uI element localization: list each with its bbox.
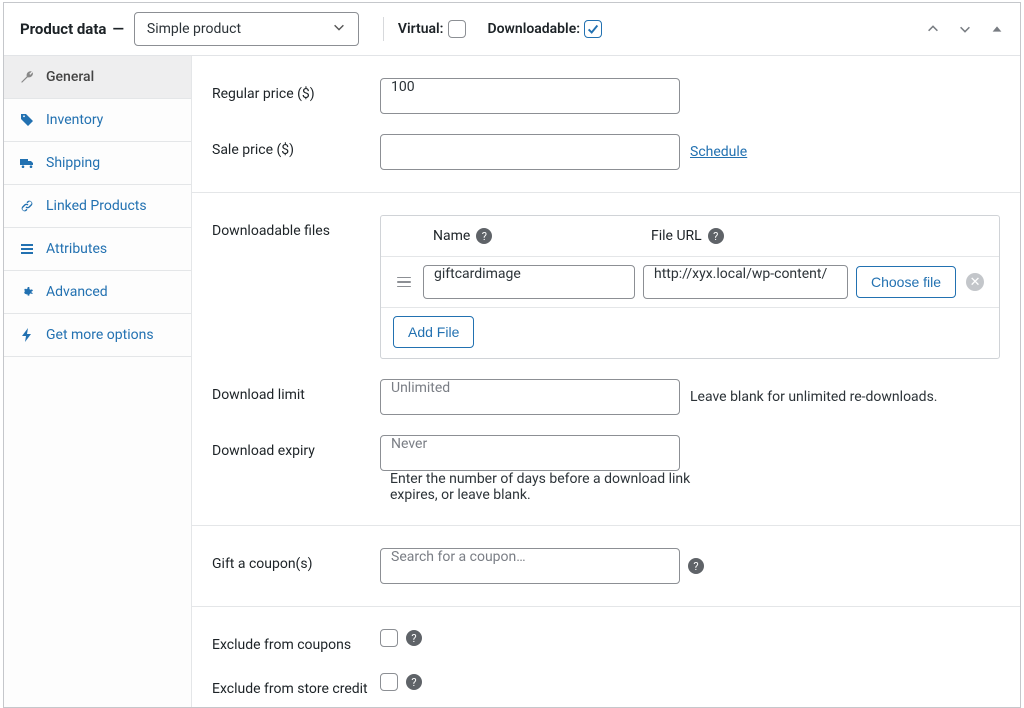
title-dash: — bbox=[112, 20, 123, 38]
file-name-input[interactable]: giftcardimage bbox=[423, 265, 635, 299]
tag-icon bbox=[18, 111, 36, 129]
virtual-option: Virtual: bbox=[398, 20, 466, 38]
chevron-down-icon bbox=[332, 20, 346, 38]
panel-header: Product data — Simple product Virtual: D… bbox=[4, 3, 1020, 56]
downloadable-files-label: Downloadable files bbox=[212, 215, 380, 239]
gift-coupon-label: Gift a coupon(s) bbox=[212, 548, 380, 572]
tab-general[interactable]: General bbox=[4, 56, 191, 99]
regular-price-input[interactable]: 100 bbox=[380, 78, 680, 114]
help-icon[interactable]: ? bbox=[476, 228, 492, 244]
downloadable-files-table: Name ? File URL ? giftcardimage http:/ bbox=[380, 215, 1000, 359]
row-downloadable-files: Downloadable files Name ? File URL ? bbox=[192, 205, 1020, 369]
dl-table-footer: Add File bbox=[381, 307, 999, 358]
product-type-value: Simple product bbox=[147, 21, 241, 37]
tab-label: Shipping bbox=[46, 155, 100, 171]
downloadable-file-row: giftcardimage http://xyx.local/wp-conten… bbox=[381, 256, 999, 307]
tab-label: Get more options bbox=[46, 327, 154, 343]
tab-shipping[interactable]: Shipping bbox=[4, 142, 191, 185]
tab-label: Advanced bbox=[46, 284, 108, 300]
row-sale-price: Sale price ($) Schedule bbox=[192, 124, 1020, 180]
tab-inventory[interactable]: Inventory bbox=[4, 99, 191, 142]
col-url-label: File URL bbox=[651, 228, 702, 244]
tab-label: Attributes bbox=[46, 241, 107, 257]
downloadable-label: Downloadable: bbox=[488, 21, 581, 37]
help-icon[interactable]: ? bbox=[708, 228, 724, 244]
link-icon bbox=[18, 197, 36, 215]
row-download-expiry: Download expiry Never Enter the number o… bbox=[192, 425, 1020, 513]
row-regular-price: Regular price ($) 100 bbox=[192, 56, 1020, 124]
divider-1 bbox=[192, 192, 1020, 193]
list-icon bbox=[18, 240, 36, 258]
file-url-input[interactable]: http://xyx.local/wp-content/ bbox=[643, 265, 848, 299]
dl-table-header: Name ? File URL ? bbox=[381, 216, 999, 256]
gear-icon bbox=[18, 283, 36, 301]
delete-file-icon[interactable]: ✕ bbox=[966, 273, 984, 291]
download-limit-help: Leave blank for unlimited re-downloads. bbox=[690, 389, 937, 405]
tab-label: Inventory bbox=[46, 112, 103, 128]
virtual-checkbox[interactable] bbox=[448, 20, 466, 38]
sale-price-input[interactable] bbox=[380, 134, 680, 170]
download-limit-input[interactable]: Unlimited bbox=[380, 379, 680, 415]
tab-attributes[interactable]: Attributes bbox=[4, 228, 191, 271]
exclude-store-credit-checkbox[interactable] bbox=[380, 673, 398, 691]
truck-icon bbox=[18, 154, 36, 172]
panel-title: Product data bbox=[20, 20, 106, 38]
help-icon[interactable]: ? bbox=[406, 674, 422, 690]
exclude-store-credit-label: Exclude from store credit bbox=[212, 673, 380, 697]
downloadable-option: Downloadable: bbox=[488, 20, 603, 38]
choose-file-button[interactable]: Choose file bbox=[856, 266, 956, 298]
downloadable-checkbox[interactable] bbox=[584, 20, 602, 38]
download-expiry-input[interactable]: Never bbox=[380, 435, 680, 471]
header-divider bbox=[383, 17, 384, 41]
schedule-sale-link[interactable]: Schedule bbox=[690, 144, 747, 160]
tab-advanced[interactable]: Advanced bbox=[4, 271, 191, 314]
row-gift-coupon: Gift a coupon(s) Search for a coupon… ? bbox=[192, 538, 1020, 594]
virtual-label: Virtual: bbox=[398, 21, 444, 37]
divider-2 bbox=[192, 525, 1020, 526]
panel-collapse-toggle[interactable] bbox=[986, 18, 1008, 40]
col-name-label: Name bbox=[433, 228, 470, 244]
help-icon[interactable]: ? bbox=[688, 558, 704, 574]
exclude-coupons-label: Exclude from coupons bbox=[212, 629, 380, 653]
panel-collapse-nav bbox=[922, 18, 1008, 40]
exclude-coupons-checkbox[interactable] bbox=[380, 629, 398, 647]
tab-linked[interactable]: Linked Products bbox=[4, 185, 191, 228]
gift-coupon-select[interactable]: Search for a coupon… bbox=[380, 548, 680, 584]
help-icon[interactable]: ? bbox=[406, 630, 422, 646]
divider-3 bbox=[192, 606, 1020, 607]
tab-more-options[interactable]: Get more options bbox=[4, 314, 191, 357]
add-file-button[interactable]: Add File bbox=[393, 316, 474, 348]
row-exclude-store-credit: Exclude from store credit ? bbox=[192, 663, 1020, 707]
sale-price-label: Sale price ($) bbox=[212, 134, 380, 158]
wrench-icon bbox=[18, 68, 36, 86]
download-limit-label: Download limit bbox=[212, 379, 380, 403]
download-expiry-label: Download expiry bbox=[212, 435, 380, 459]
product-data-panel: Product data — Simple product Virtual: D… bbox=[3, 2, 1021, 708]
panel-nav-down[interactable] bbox=[954, 18, 976, 40]
tab-content-general: Regular price ($) 100 Sale price ($) Sch… bbox=[192, 56, 1020, 707]
row-download-limit: Download limit Unlimited Leave blank for… bbox=[192, 369, 1020, 425]
regular-price-label: Regular price ($) bbox=[212, 78, 380, 102]
drag-handle-icon[interactable] bbox=[393, 277, 415, 288]
bolt-icon bbox=[18, 326, 36, 344]
panel-nav-up[interactable] bbox=[922, 18, 944, 40]
product-tabs: General Inventory Shipping Linked Produc… bbox=[4, 56, 192, 707]
tab-label: Linked Products bbox=[46, 198, 147, 214]
tab-label: General bbox=[46, 69, 94, 85]
panel-body: General Inventory Shipping Linked Produc… bbox=[4, 56, 1020, 707]
product-type-select[interactable]: Simple product bbox=[134, 12, 359, 46]
download-expiry-help: Enter the number of days before a downlo… bbox=[390, 471, 710, 503]
row-exclude-coupons: Exclude from coupons ? bbox=[192, 619, 1020, 663]
